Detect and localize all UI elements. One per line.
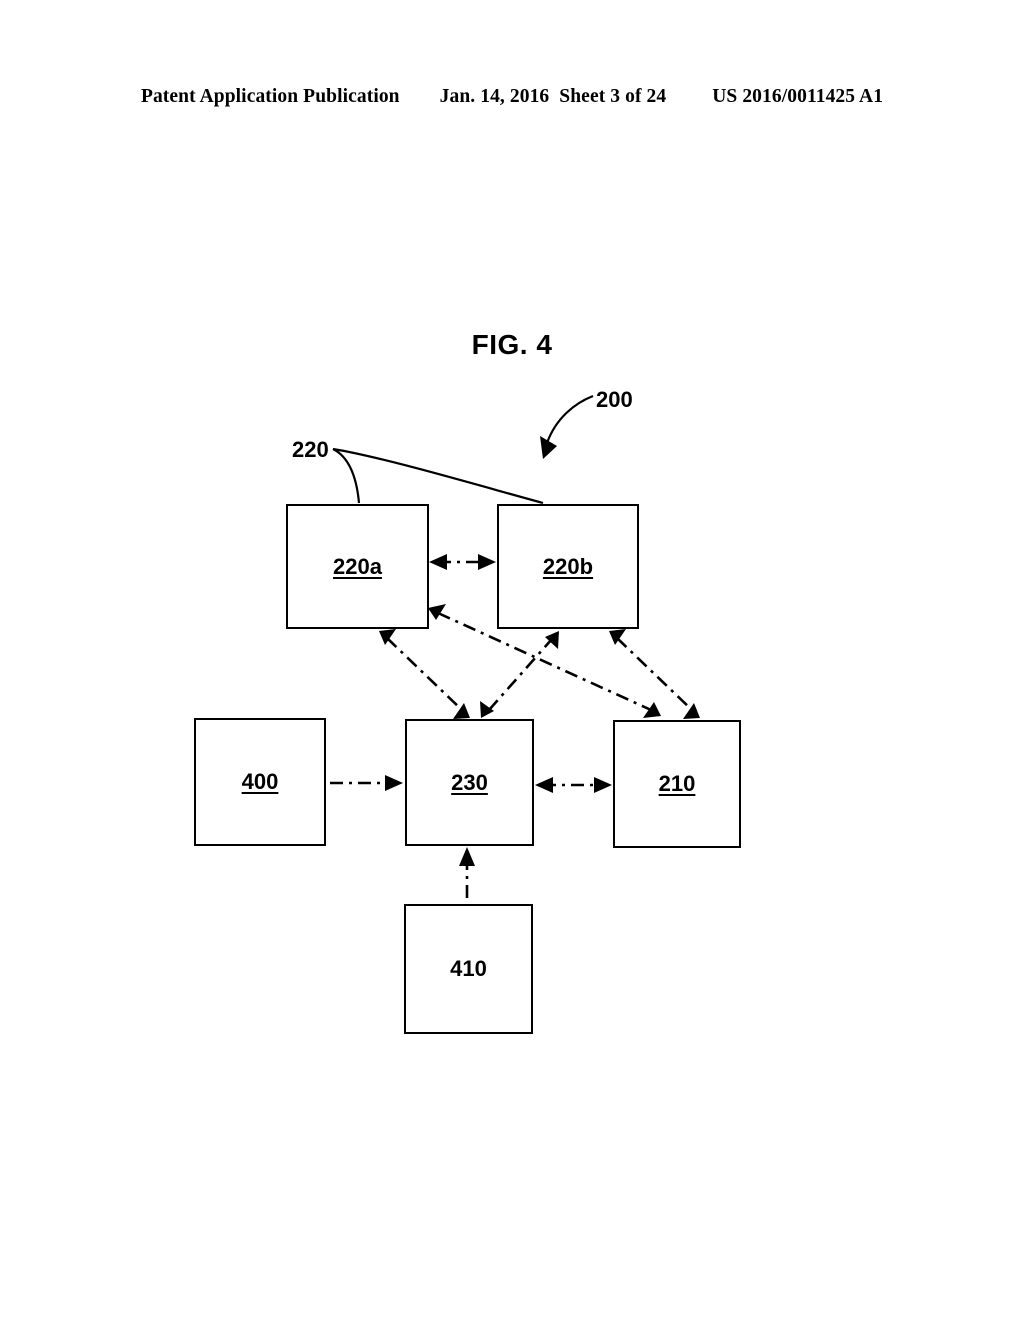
arrowhead-220b-210-down — [683, 703, 700, 719]
connector-layer — [330, 394, 700, 898]
block-220b-label: 220b — [542, 553, 594, 579]
reference-number-200: 200 — [596, 387, 633, 412]
arrowhead-230-210-left — [535, 777, 553, 793]
block-220b[interactable]: 220b — [497, 504, 639, 629]
leader-line-220-to-220a — [332, 448, 361, 504]
figure-title: FIG. 4 — [471, 329, 553, 360]
arrowhead-230-210-right — [594, 777, 612, 793]
leader-line-220-to-220b — [332, 447, 544, 505]
block-410[interactable]: 410 — [404, 904, 533, 1034]
block-210[interactable]: 210 — [613, 720, 741, 848]
connector-220b-210 — [616, 637, 693, 711]
block-230-label: 230 — [451, 769, 488, 795]
arrowhead-220a-210-down — [643, 702, 661, 718]
arrowhead-220a-210-up — [428, 604, 446, 620]
arrowhead-220a-230-up — [379, 629, 396, 645]
arrowhead-400-230 — [385, 775, 403, 791]
leader-arrowhead-200 — [540, 436, 557, 459]
block-220a-label: 220a — [333, 553, 382, 579]
block-210-label: 210 — [658, 771, 696, 796]
arrowhead-220b-230-up — [545, 631, 559, 649]
arrowhead-220b-210-up — [609, 629, 626, 645]
arrowhead-220a-230-down — [453, 703, 470, 719]
arrowhead-220a-220b-left — [429, 554, 447, 570]
block-400[interactable]: 400 — [194, 718, 326, 846]
patent-figure-4: FIG. 4 200 220 220a 220b 400 230 210 410 — [0, 0, 1024, 1320]
block-400-label: 400 — [241, 769, 279, 794]
block-220a[interactable]: 220a — [286, 504, 429, 629]
block-230[interactable]: 230 — [405, 719, 534, 846]
leader-line-200 — [545, 394, 594, 444]
block-410-label: 410 — [450, 956, 487, 981]
arrowhead-220b-230-down — [480, 701, 494, 718]
reference-number-220: 220 — [292, 437, 329, 462]
connector-220a-230 — [386, 637, 463, 711]
connector-220b-230 — [488, 638, 553, 711]
arrowhead-220a-220b-right — [478, 554, 496, 570]
arrowhead-410-230 — [459, 847, 475, 866]
